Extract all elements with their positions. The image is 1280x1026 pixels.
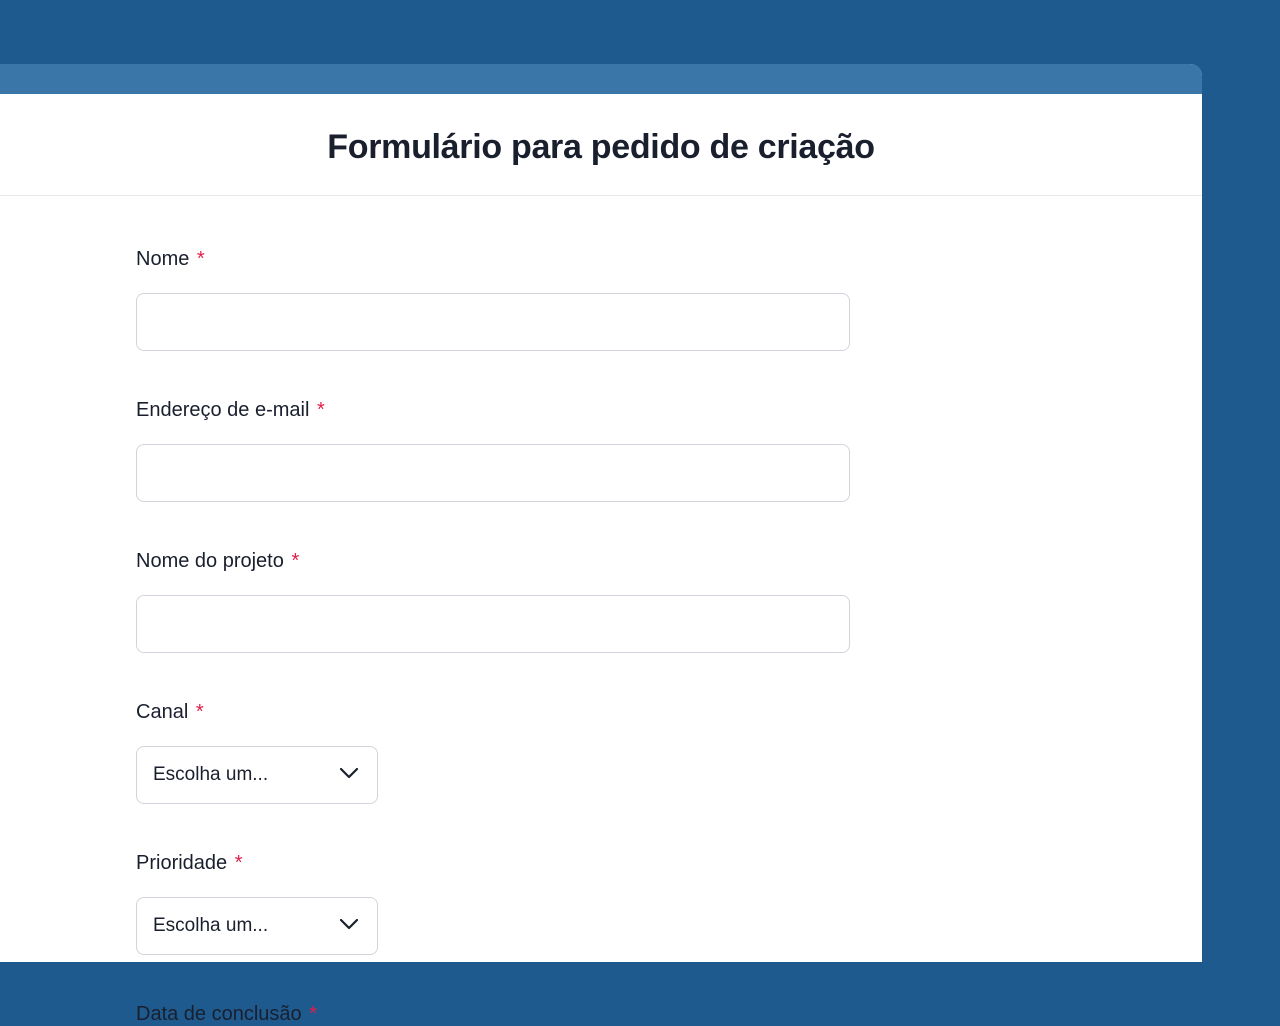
- required-mark: *: [309, 1003, 317, 1025]
- page-background: Formulário para pedido de criação Nome *…: [0, 0, 1280, 962]
- priority-label: Prioridade *: [136, 852, 850, 875]
- form-body: Nome * Endereço de e-mail * Nome do proj…: [0, 196, 850, 1026]
- required-mark: *: [196, 701, 204, 723]
- field-project-name: Nome do projeto *: [136, 550, 850, 653]
- priority-label-text: Prioridade: [136, 852, 227, 874]
- project-name-label: Nome do projeto *: [136, 550, 850, 573]
- completion-date-label-text: Data de conclusão: [136, 1003, 302, 1025]
- accent-bar: [0, 64, 1202, 94]
- form-title: Formulário para pedido de criação: [0, 94, 1202, 195]
- required-mark: *: [235, 852, 243, 874]
- priority-select[interactable]: Escolha um...: [136, 897, 378, 955]
- field-name: Nome *: [136, 248, 850, 351]
- required-mark: *: [197, 248, 205, 270]
- field-email: Endereço de e-mail *: [136, 399, 850, 502]
- channel-label: Canal *: [136, 701, 850, 724]
- field-priority: Prioridade * Escolha um...: [136, 852, 850, 955]
- email-label: Endereço de e-mail *: [136, 399, 850, 422]
- channel-label-text: Canal: [136, 701, 188, 723]
- email-label-text: Endereço de e-mail: [136, 399, 309, 421]
- required-mark: *: [317, 399, 325, 421]
- name-input[interactable]: [136, 293, 850, 351]
- priority-select-value: Escolha um...: [153, 915, 268, 936]
- channel-select-wrapper: Escolha um...: [136, 746, 378, 804]
- field-completion-date: Data de conclusão *: [136, 1003, 850, 1026]
- name-label: Nome *: [136, 248, 850, 271]
- field-channel: Canal * Escolha um...: [136, 701, 850, 804]
- project-name-label-text: Nome do projeto: [136, 550, 284, 572]
- required-mark: *: [291, 550, 299, 572]
- channel-select-value: Escolha um...: [153, 764, 268, 785]
- completion-date-label: Data de conclusão *: [136, 1003, 850, 1026]
- priority-select-wrapper: Escolha um...: [136, 897, 378, 955]
- form-panel: Formulário para pedido de criação Nome *…: [0, 64, 1202, 962]
- channel-select[interactable]: Escolha um...: [136, 746, 378, 804]
- email-input[interactable]: [136, 444, 850, 502]
- project-name-input[interactable]: [136, 595, 850, 653]
- name-label-text: Nome: [136, 248, 189, 270]
